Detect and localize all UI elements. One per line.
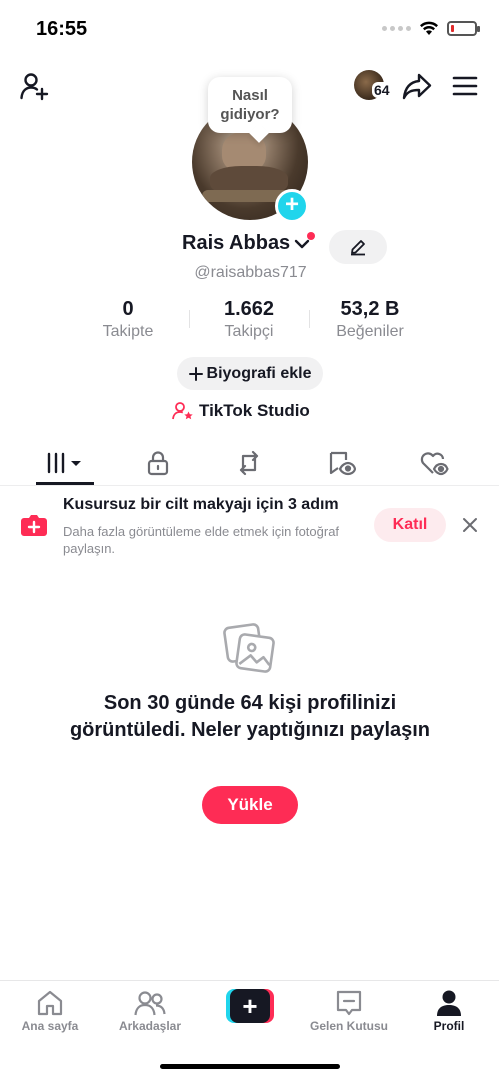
profile-icon — [437, 990, 461, 1016]
join-button[interactable]: Katıl — [374, 508, 446, 542]
stat-label: Beğeniler — [336, 323, 404, 340]
tab-videos[interactable] — [35, 440, 95, 486]
status-bar: 16:55 — [0, 0, 499, 60]
add-bio-label: Biyografi ekle — [206, 364, 312, 382]
nav-inbox[interactable]: Gelen Kutusu — [299, 981, 399, 1037]
liked-icon — [420, 452, 449, 476]
tiktok-studio-label: TikTok Studio — [199, 401, 310, 420]
nav-label: Profil — [433, 1019, 465, 1033]
wifi-icon — [420, 21, 438, 35]
tab-private[interactable] — [128, 440, 188, 486]
stat-label: Takipçi — [224, 323, 274, 340]
bubble-text-line1: Nasıl — [232, 87, 268, 104]
stat-likes[interactable]: 53,2 B Beğeniler — [310, 298, 430, 343]
profile-name-row[interactable]: Rais Abbas — [182, 232, 315, 255]
plus-icon: + — [230, 989, 270, 1023]
promo-banner[interactable]: Kusursuz bir cilt makyajı için 3 adım Da… — [0, 487, 499, 565]
content-tabs — [0, 440, 499, 486]
home-icon — [37, 990, 63, 1016]
bubble-text-line2: gidiyor? — [220, 106, 280, 123]
empty-state-message: Son 30 günde 64 kişi profilinizi görüntü… — [69, 692, 431, 741]
stat-value: 53,2 B — [340, 298, 400, 320]
profile-stats: 0 Takipte 1.662 Takipçi 53,2 B Beğeniler — [0, 298, 499, 342]
repost-icon — [239, 450, 259, 476]
active-tab-indicator — [36, 482, 94, 485]
nav-friends[interactable]: Arkadaşlar — [100, 981, 200, 1037]
signal-icon — [382, 25, 411, 31]
photo-plus-icon — [21, 515, 47, 536]
friends-icon — [134, 991, 166, 1016]
upload-button[interactable]: Yükle — [202, 786, 298, 824]
profile-viewers-count: 64 — [372, 82, 392, 98]
tagged-icon — [329, 451, 356, 476]
status-time: 16:55 — [36, 18, 88, 40]
tab-reposts[interactable] — [219, 440, 279, 486]
share-icon[interactable] — [400, 70, 434, 102]
nav-label: Gelen Kutusu — [309, 1019, 388, 1033]
plus-icon — [188, 366, 203, 381]
battery-icon — [447, 20, 480, 36]
tab-liked[interactable] — [404, 440, 464, 486]
stat-followers[interactable]: 1.662 Takipçi — [189, 298, 309, 343]
close-icon[interactable] — [460, 515, 480, 535]
photos-icon — [223, 623, 275, 673]
stat-following[interactable]: 0 Takipte — [68, 298, 188, 343]
pencil-icon — [351, 240, 365, 256]
stat-value: 0 — [122, 298, 134, 320]
nav-profile[interactable]: Profil — [399, 981, 499, 1037]
creator-star-icon — [172, 402, 193, 420]
tab-tagged[interactable] — [312, 440, 372, 486]
nav-label: Ana sayfa — [21, 1019, 79, 1033]
status-bubble[interactable]: Nasıl gidiyor? — [208, 77, 292, 133]
stat-value: 1.662 — [223, 298, 275, 320]
profile-handle: @raisabbas717 — [194, 264, 307, 281]
nav-label: Arkadaşlar — [118, 1019, 182, 1033]
tiktok-studio-link[interactable]: TikTok Studio — [172, 401, 310, 421]
profile-name: Rais Abbas — [182, 232, 291, 254]
add-friend-icon[interactable] — [18, 70, 50, 102]
promo-subtitle: Daha fazla görüntüleme elde etmek için f… — [63, 524, 340, 556]
promo-title: Kusursuz bir cilt makyajı için 3 adım — [63, 496, 339, 513]
nav-home[interactable]: Ana sayfa — [0, 981, 100, 1037]
lock-icon — [147, 451, 169, 476]
stat-label: Takipte — [102, 323, 154, 340]
edit-profile-button[interactable] — [329, 230, 387, 264]
inbox-icon — [336, 990, 362, 1016]
grid-icon — [47, 452, 81, 474]
menu-icon[interactable] — [450, 72, 480, 100]
add-bio-button[interactable]: Biyografi ekle — [177, 357, 323, 390]
create-button[interactable]: + — [226, 989, 274, 1023]
home-indicator — [160, 1064, 340, 1069]
notification-dot — [307, 232, 315, 240]
add-story-button[interactable]: + — [275, 189, 309, 223]
